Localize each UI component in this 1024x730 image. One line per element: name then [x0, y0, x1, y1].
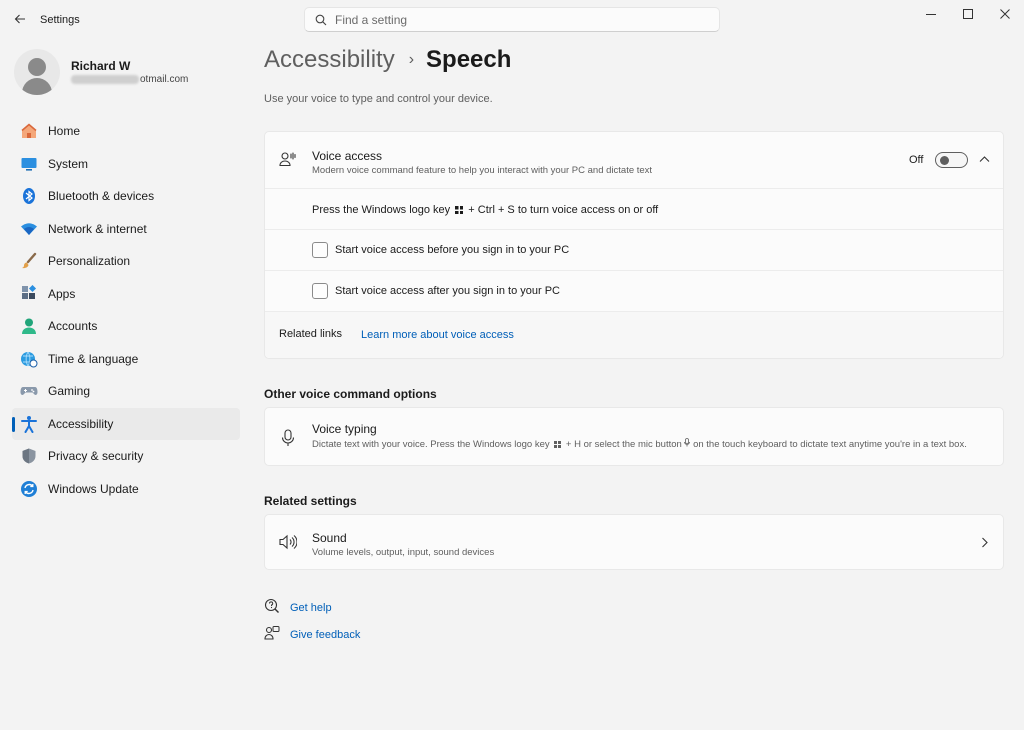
- sidebar-item-accounts[interactable]: Accounts: [12, 310, 240, 343]
- chevron-up-icon[interactable]: [979, 154, 990, 168]
- voice-typing-card[interactable]: Voice typing Dictate text with your voic…: [264, 407, 1004, 466]
- sound-description: Volume levels, output, input, sound devi…: [312, 547, 495, 558]
- breadcrumb: Accessibility › Speech: [264, 46, 511, 74]
- voice-typing-description: Dictate text with your voice. Press the …: [312, 438, 967, 450]
- label-after-signin: Start voice access after you sign in to …: [335, 285, 560, 297]
- home-icon: [20, 122, 38, 140]
- chevron-right-icon: [979, 537, 990, 551]
- sidebar-item-personalization[interactable]: Personalization: [12, 245, 240, 278]
- back-arrow-icon: [14, 14, 25, 24]
- search-icon: [315, 14, 327, 25]
- sidebar-item-network[interactable]: Network & internet: [12, 213, 240, 246]
- minimize-icon: [926, 14, 936, 15]
- speaker-icon: [279, 534, 298, 553]
- page-title: Speech: [426, 46, 512, 73]
- other-options-heading: Other voice command options: [264, 387, 437, 401]
- microphone-icon: [280, 429, 296, 450]
- get-help-row[interactable]: Get help: [264, 598, 332, 617]
- sidebar-item-accessibility[interactable]: Accessibility: [12, 407, 240, 440]
- voice-access-toggle[interactable]: [935, 152, 968, 168]
- sidebar-item-bluetooth[interactable]: Bluetooth & devices: [12, 180, 240, 213]
- breadcrumb-parent[interactable]: Accessibility: [264, 46, 395, 74]
- sound-title: Sound: [312, 531, 347, 545]
- search-box[interactable]: Find a setting: [304, 7, 720, 32]
- sound-card[interactable]: Sound Volume levels, output, input, soun…: [264, 514, 1004, 570]
- chevron-right-icon: ›: [408, 51, 415, 68]
- email-redaction: [71, 74, 139, 84]
- sidebar-item-windows-update[interactable]: Windows Update: [12, 473, 240, 506]
- brush-icon: [20, 252, 38, 270]
- update-icon: [20, 480, 38, 498]
- give-feedback-link[interactable]: Give feedback: [290, 629, 360, 641]
- title-bar: Settings Find a setting: [0, 0, 1024, 40]
- related-settings-heading: Related settings: [264, 494, 357, 508]
- shield-icon: [20, 447, 38, 465]
- option-row-after-signin[interactable]: Start voice access after you sign in to …: [265, 270, 1003, 311]
- voice-access-shortcut-row: Press the Windows logo key + Ctrl + S to…: [265, 188, 1003, 229]
- maximize-button[interactable]: [949, 0, 987, 28]
- give-feedback-row[interactable]: Give feedback: [264, 625, 360, 644]
- page-subtitle: Use your voice to type and control your …: [264, 93, 493, 105]
- minimize-button[interactable]: [912, 0, 950, 28]
- sidebar-item-home[interactable]: Home: [12, 115, 240, 148]
- voice-access-icon: [279, 151, 297, 172]
- apps-icon: [20, 284, 38, 303]
- help-icon: [264, 598, 280, 617]
- sidebar-item-gaming[interactable]: Gaming: [12, 375, 240, 408]
- close-button[interactable]: [986, 0, 1024, 28]
- bluetooth-icon: [20, 187, 38, 205]
- maximize-icon: [963, 9, 973, 19]
- accounts-icon: [20, 317, 38, 335]
- search-input[interactable]: Find a setting: [335, 13, 407, 27]
- app-title: Settings: [40, 14, 80, 26]
- sidebar-item-privacy[interactable]: Privacy & security: [12, 440, 240, 473]
- accessibility-icon: [20, 415, 38, 433]
- toggle-state-label: Off: [909, 154, 924, 166]
- user-email: otmail.com: [71, 74, 188, 85]
- voice-access-card: Voice access Modern voice command featur…: [264, 131, 1004, 359]
- small-mic-icon: [684, 438, 691, 450]
- sidebar-item-apps[interactable]: Apps: [12, 278, 240, 311]
- voice-access-title: Voice access: [312, 149, 383, 163]
- system-icon: [20, 155, 38, 173]
- label-before-signin: Start voice access before you sign in to…: [335, 244, 570, 256]
- windows-logo-icon: [455, 206, 464, 214]
- checkbox-before-signin[interactable]: [312, 242, 328, 258]
- gamepad-icon: [20, 382, 38, 400]
- voice-access-header[interactable]: Voice access Modern voice command featur…: [265, 132, 1003, 188]
- sidebar-item-time-language[interactable]: Time & language: [12, 343, 240, 376]
- user-name: Richard W: [71, 59, 131, 73]
- option-row-before-signin[interactable]: Start voice access before you sign in to…: [265, 229, 1003, 270]
- feedback-icon: [264, 625, 280, 644]
- globe-icon: [20, 350, 38, 368]
- related-links-row: Related links Learn more about voice acc…: [265, 311, 1003, 358]
- wifi-icon: [20, 220, 38, 238]
- shortcut-hint: Press the Windows logo key + Ctrl + S to…: [312, 204, 659, 216]
- back-button[interactable]: [8, 8, 32, 30]
- voice-access-description: Modern voice command feature to help you…: [312, 165, 653, 176]
- close-icon: [1000, 9, 1010, 19]
- sidebar-nav: Home System Bluetooth & devices Network …: [12, 115, 240, 505]
- get-help-link[interactable]: Get help: [290, 602, 332, 614]
- windows-logo-icon: [554, 441, 562, 448]
- voice-typing-title: Voice typing: [312, 422, 377, 436]
- sidebar-item-system[interactable]: System: [12, 148, 240, 181]
- learn-more-link[interactable]: Learn more about voice access: [361, 329, 514, 341]
- related-links-label: Related links: [279, 328, 342, 340]
- checkbox-after-signin[interactable]: [312, 283, 328, 299]
- avatar: [14, 49, 60, 95]
